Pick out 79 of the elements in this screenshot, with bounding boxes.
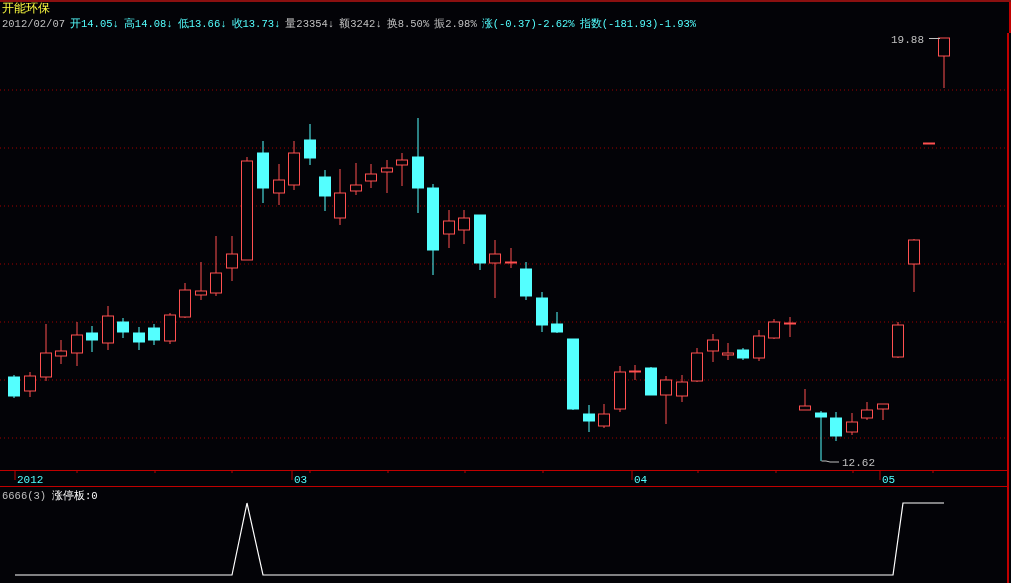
candle [815,410,827,462]
candle [753,329,765,362]
candle [117,317,129,339]
indicator-value: 涨停板:0 [52,490,98,502]
quote-value: 振2.98% [434,17,477,32]
quote-value: 开14.05↓ [70,17,119,32]
candle [474,214,486,271]
stock-name: 开能环保 [2,2,50,17]
quote-date: 2012/02/07 [2,17,65,32]
candle [24,371,36,398]
candle [583,404,595,433]
candle [381,159,393,194]
candle [365,163,377,189]
candle [830,411,842,442]
axis-label: 05 [882,474,896,486]
candle [489,239,501,299]
candle [707,333,719,363]
candle [768,318,780,340]
axis-label: 04 [634,474,648,486]
high-price-label: 19.88 [891,34,924,46]
quote-value: 收13.73↓ [231,17,281,32]
candle [908,238,920,293]
candle [722,342,734,361]
indicator-name: 6666(3) [2,490,47,502]
quote-value: 换8.50% [386,17,430,32]
leader-line [821,460,840,463]
candle [40,323,52,382]
candle [396,152,408,187]
candle [520,261,532,301]
candle [938,37,950,89]
candle [737,347,749,361]
candle [133,326,145,351]
axis-label: 2012 [17,474,44,486]
candle [304,123,316,166]
candle [8,374,20,399]
candle [102,305,114,351]
candle [443,209,455,249]
candle [86,325,98,353]
candle [536,291,548,333]
candle [784,316,796,338]
candle [614,365,626,413]
candle [226,235,238,282]
candle [660,375,672,425]
candle [71,321,83,367]
candle [846,412,858,436]
candle [55,339,67,365]
candle [458,209,470,245]
candle [799,388,811,411]
candle [334,168,346,226]
candle [645,366,657,396]
candle [273,163,285,206]
candle [923,142,935,145]
candle [598,403,610,429]
candle [877,403,889,421]
candle [892,321,904,359]
candle [179,282,191,319]
axis-label: 03 [294,474,308,486]
leader-line [928,38,941,39]
candle [676,374,688,403]
candle [505,247,517,269]
candle [148,323,160,346]
quote-value: 指数(-181.93)-1.93% [579,17,697,32]
candle [288,140,300,191]
candle [350,162,362,196]
quote-value: 涨(-0.37)-2.62% [481,17,575,32]
quote-value: 低13.66↓ [177,17,227,32]
candle [319,169,331,212]
candle [210,235,222,297]
candle [629,364,641,381]
low-price-label: 12.62 [842,457,875,469]
candle [164,312,176,345]
candle [861,401,873,421]
candle [691,347,703,383]
candle [257,140,269,204]
quote-value: 高14.08↓ [123,17,173,32]
quote-value: 额3242↓ [339,17,382,32]
quote-value: 量23354↓ [285,17,335,32]
candle [195,261,207,301]
candle [551,311,563,334]
